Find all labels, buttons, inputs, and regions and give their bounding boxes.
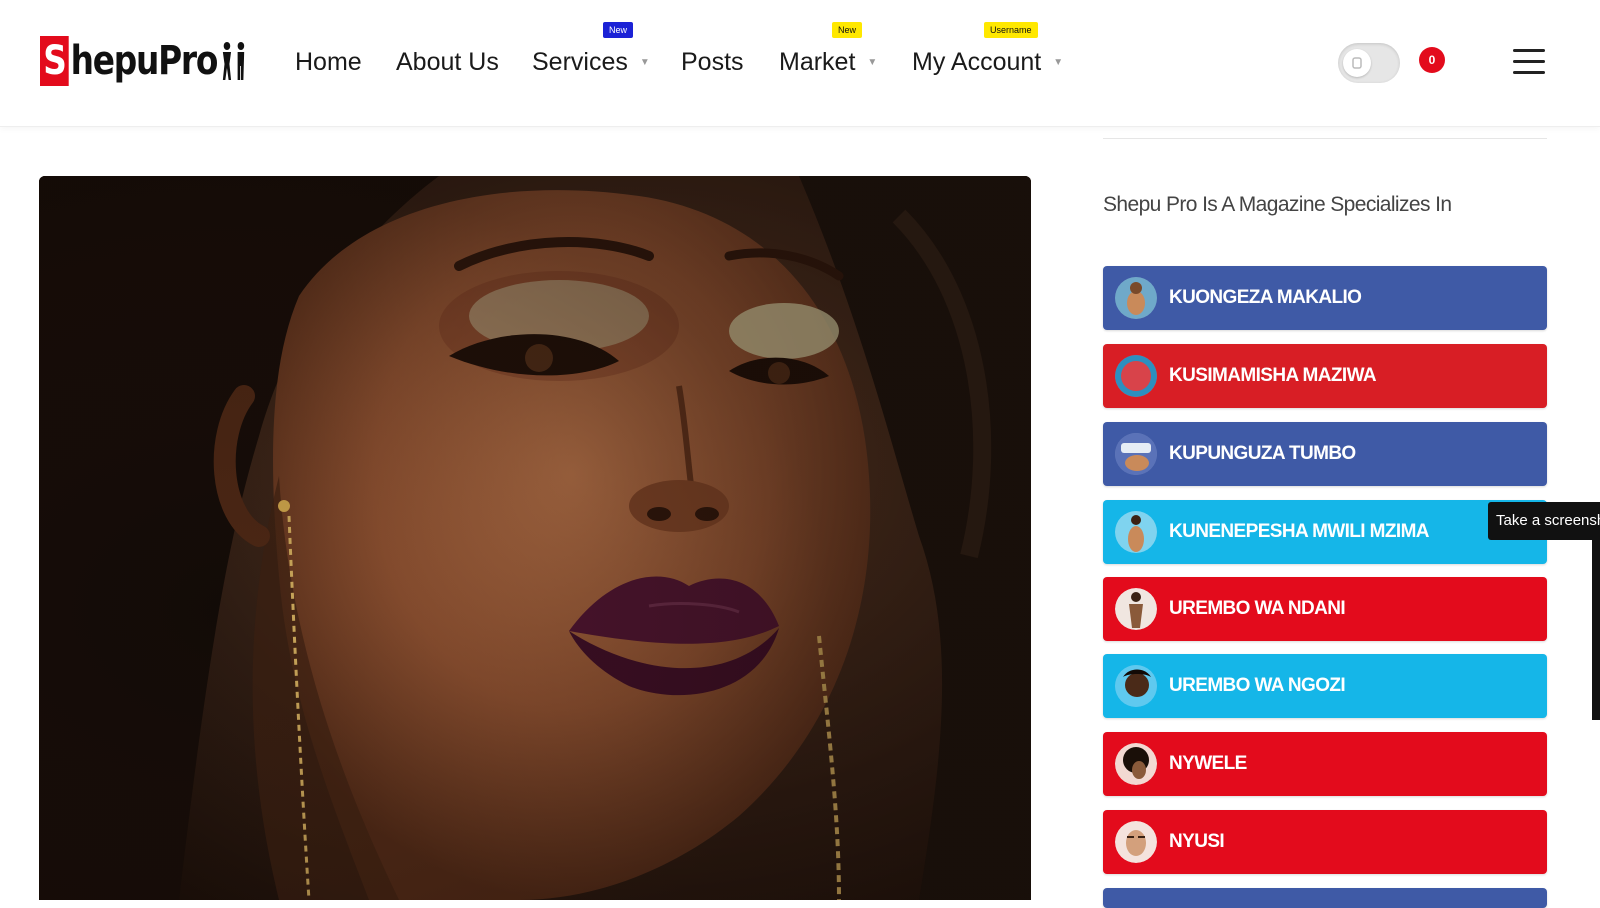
logo-letter: S — [40, 36, 69, 86]
category-label: NYUSI — [1169, 831, 1225, 852]
category-thumbnail — [1115, 277, 1157, 319]
screenshot-tooltip: Take a screensh — [1488, 502, 1600, 540]
dark-mode-toggle[interactable] — [1338, 43, 1400, 83]
nav-home[interactable]: Home — [295, 40, 362, 84]
hamburger-line — [1513, 60, 1545, 63]
nav-services-label: Services — [532, 48, 628, 76]
category-thumbnail — [1115, 355, 1157, 397]
nav-services[interactable]: New Services ▼ — [532, 22, 650, 84]
site-logo[interactable]: S hepuPro — [40, 36, 248, 86]
logo-wordmark: hepuPro — [70, 38, 219, 84]
nav-about-label: About Us — [396, 48, 499, 76]
category-kusimamisha-maziwa[interactable]: KUSIMAMISHA MAZIWA — [1103, 344, 1547, 408]
account-username-badge: Username — [984, 22, 1038, 38]
category-urembo-wa-ndani[interactable]: UREMBO WA NDANI — [1103, 577, 1547, 641]
moon-icon — [1352, 57, 1362, 69]
chevron-down-icon: ▼ — [639, 57, 650, 69]
category-kuongeza-makalio[interactable]: KUONGEZA MAKALIO — [1103, 266, 1547, 330]
screenshot-extension-strip[interactable] — [1592, 540, 1600, 720]
nav-my-account[interactable]: Username My Account ▼ — [912, 22, 1064, 84]
category-thumbnail — [1115, 743, 1157, 785]
site-header: S hepuPro Home About Us New Services ▼ Po… — [0, 0, 1600, 127]
category-label: NYWELE — [1169, 753, 1247, 774]
hamburger-line — [1513, 71, 1545, 74]
nav-about[interactable]: About Us — [396, 40, 499, 84]
portrait-illustration — [39, 176, 1031, 900]
nav-posts[interactable]: Posts — [681, 40, 744, 84]
nav-account-label: My Account — [912, 48, 1042, 76]
category-thumbnail — [1115, 588, 1157, 630]
chevron-down-icon: ▼ — [1053, 57, 1064, 69]
category-kunenepesha-mwili-mzima[interactable]: KUNENEPESHA MWILI MZIMA — [1103, 500, 1547, 564]
nav-home-label: Home — [295, 48, 362, 76]
nav-posts-label: Posts — [681, 48, 744, 76]
category-label: KUONGEZA MAKALIO — [1169, 287, 1362, 308]
category-thumbnail — [1115, 665, 1157, 707]
nav-market[interactable]: New Market ▼ — [779, 22, 878, 84]
category-label: UREMBO WA NDANI — [1169, 598, 1346, 619]
sidebar-divider — [1103, 138, 1547, 139]
category-next-partial[interactable] — [1103, 888, 1547, 908]
logo-figures-icon — [220, 41, 248, 81]
market-new-badge: New — [832, 22, 863, 38]
services-new-badge: New — [603, 22, 634, 38]
category-thumbnail — [1115, 511, 1157, 553]
notification-badge[interactable]: 0 — [1419, 47, 1445, 73]
category-thumbnail — [1115, 821, 1157, 863]
category-kupunguza-tumbo[interactable]: KUPUNGUZA TUMBO — [1103, 422, 1547, 486]
category-nyusi[interactable]: NYUSI — [1103, 810, 1547, 874]
toggle-knob — [1343, 49, 1371, 77]
category-thumbnail — [1115, 433, 1157, 475]
category-label: KUSIMAMISHA MAZIWA — [1169, 365, 1377, 386]
hamburger-line — [1513, 49, 1545, 52]
chevron-down-icon: ▼ — [867, 57, 878, 69]
sidebar-heading: Shepu Pro Is A Magazine Specializes In — [1103, 193, 1452, 216]
category-label: UREMBO WA NGOZI — [1169, 675, 1346, 696]
category-label: KUNENEPESHA MWILI MZIMA — [1169, 521, 1430, 542]
nav-market-label: Market — [779, 48, 856, 76]
featured-image[interactable] — [39, 176, 1031, 900]
category-nywele[interactable]: NYWELE — [1103, 732, 1547, 796]
category-urembo-wa-ngozi[interactable]: UREMBO WA NGOZI — [1103, 654, 1547, 718]
hamburger-icon[interactable] — [1513, 49, 1545, 75]
category-label: KUPUNGUZA TUMBO — [1169, 443, 1356, 464]
notification-count: 0 — [1428, 53, 1436, 67]
